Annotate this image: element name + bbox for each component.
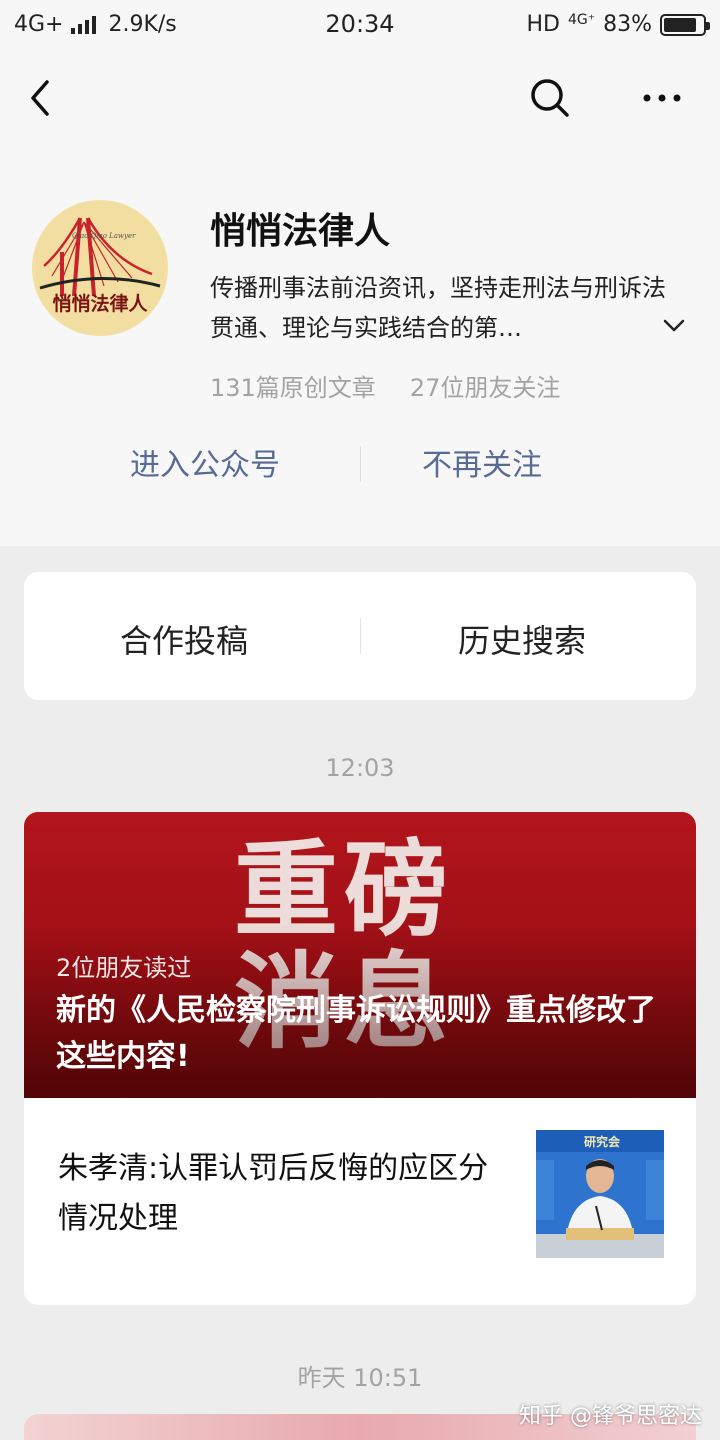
chevron-left-icon [31,80,49,116]
watermark: 知乎 @锋爷思密达 [519,1404,702,1429]
search-button[interactable] [520,70,580,126]
unfollow-button[interactable]: 不再关注 [422,440,542,484]
sub-article-title[interactable]: 朱孝清:认罪认罚后反悔的应区分情况处理 [58,1144,508,1244]
battery-percent: 83% [603,12,652,37]
original-articles-count[interactable]: 131篇原创文章 [210,368,376,403]
menu-item-submit[interactable]: 合作投稿 [120,616,248,662]
network-badge: 4G⁺ [567,11,596,28]
actions-divider [360,446,361,482]
article-card: 重磅消息 2位朋友读过 新的《人民检察院刑事诉讼规则》重点修改了这些内容! 朱孝… [24,812,696,1305]
account-menu: 合作投稿 历史搜索 [24,572,696,700]
chevron-down-icon[interactable] [660,312,688,340]
account-description[interactable]: 传播刑事法前沿资讯，坚持走刑法与刑诉法贯通、理论与实践结合的第… [210,268,670,348]
navbar [0,50,720,145]
enter-account-button[interactable]: 进入公众号 [130,440,280,484]
logo-subtext: Qiao Qiao Lawyer [72,232,136,240]
status-bar: 4G+ 2.9K/s 20:34 HD 4G⁺ 83% [0,0,720,50]
article-headline[interactable]: 新的《人民检察院刑事诉讼规则》重点修改了这些内容! [56,988,676,1080]
article-cover[interactable]: 重磅消息 2位朋友读过 新的《人民检察院刑事诉讼规则》重点修改了这些内容! [24,812,696,1098]
bridge-logo-icon: Qiao Qiao Lawyer 悄悄法律人 [34,202,166,334]
account-stats: 131篇原创文章 27位朋友关注 [210,368,560,403]
account-actions: 进入公众号 不再关注 [0,440,720,500]
battery-icon [660,13,710,36]
more-icon [643,94,681,102]
sub-article[interactable]: 朱孝清:认罪认罚后反悔的应区分情况处理 研究会 [24,1098,696,1305]
friends-following-count[interactable]: 27位朋友关注 [410,368,561,403]
logo-text: 悄悄法律人 [52,292,148,315]
message-time-yesterday: 昨天 10:51 [297,1364,423,1392]
speaker-photo: 研究会 [536,1130,664,1258]
friends-read-count: 2位朋友读过 [56,954,192,982]
search-icon [531,79,569,117]
account-name: 悄悄法律人 [210,211,391,252]
account-header: Qiao Qiao Lawyer 悄悄法律人 悄悄法律人 传播刑事法前沿资讯，坚… [0,50,720,546]
thumb-banner-text: 研究会 [584,1134,621,1149]
more-button[interactable] [632,70,692,126]
menu-item-history-search[interactable]: 历史搜索 [458,616,586,662]
menu-divider [360,618,361,654]
sub-article-thumbnail[interactable]: 研究会 [536,1130,664,1258]
hd-indicator: HD [526,12,560,37]
status-right: HD 4G⁺ 83% [526,11,710,37]
account-avatar[interactable]: Qiao Qiao Lawyer 悄悄法律人 [32,200,168,336]
back-button[interactable] [10,70,70,126]
message-time: 12:03 [325,754,395,782]
